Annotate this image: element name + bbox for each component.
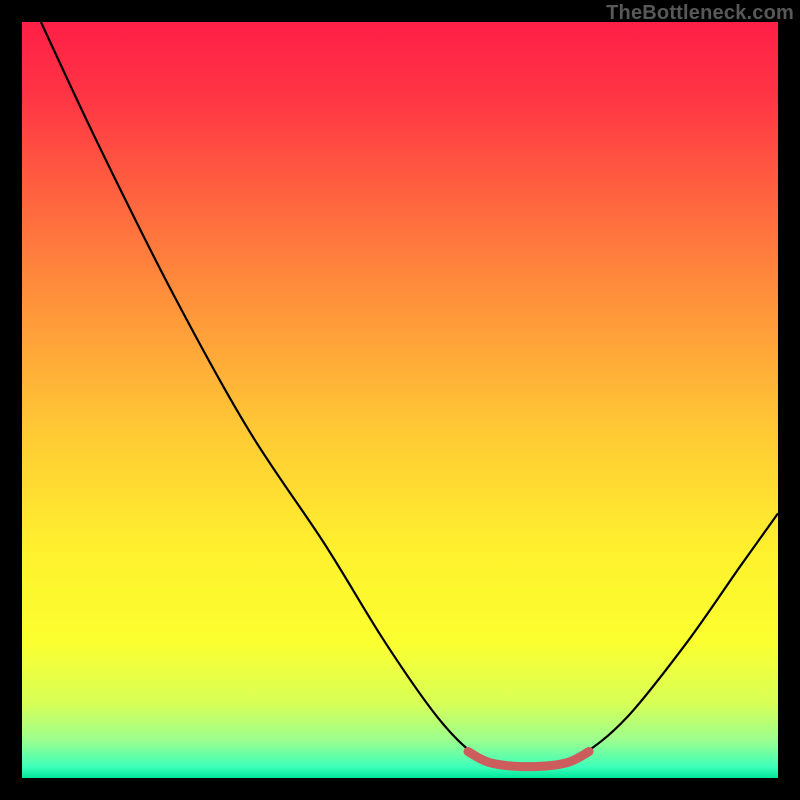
plot-frame <box>22 22 778 778</box>
chart-svg <box>22 22 778 778</box>
watermark-text: TheBottleneck.com <box>606 2 794 25</box>
